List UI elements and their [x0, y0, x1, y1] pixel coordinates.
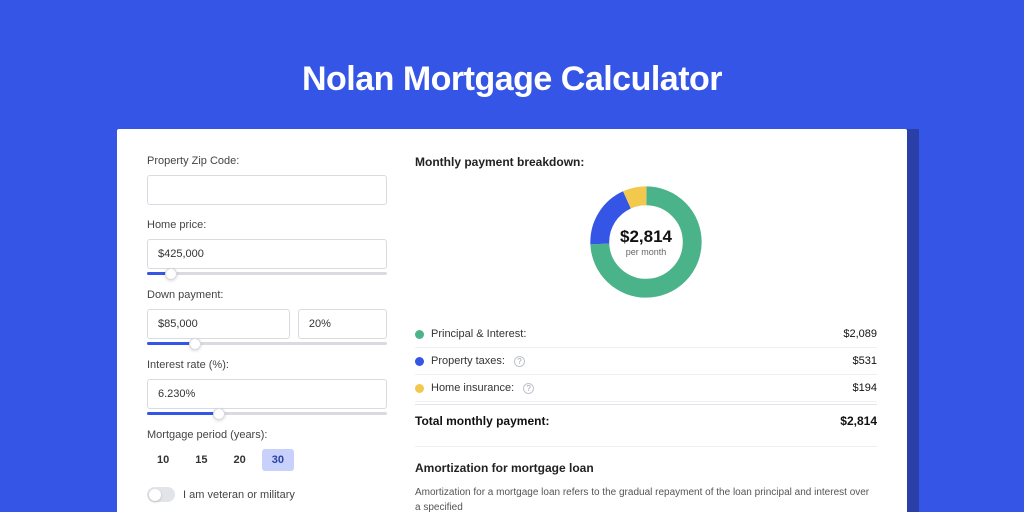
- breakdown-title: Monthly payment breakdown:: [415, 155, 877, 169]
- slider-thumb[interactable]: [213, 408, 225, 420]
- donut-chart: $2,814 per month: [585, 181, 707, 303]
- slider-thumb[interactable]: [165, 268, 177, 280]
- interest-input[interactable]: [147, 379, 387, 409]
- legend-label: Home insurance:: [431, 382, 514, 394]
- period-field: Mortgage period (years): 10 15 20 30: [147, 429, 387, 471]
- period-label: Mortgage period (years):: [147, 429, 387, 441]
- toggle-knob: [149, 489, 161, 501]
- interest-field: Interest rate (%):: [147, 359, 387, 415]
- amortization-section: Amortization for mortgage loan Amortizat…: [415, 446, 877, 512]
- period-btn-15[interactable]: 15: [185, 449, 217, 471]
- period-btn-30[interactable]: 30: [262, 449, 294, 471]
- dot-icon: [415, 330, 424, 339]
- dot-icon: [415, 357, 424, 366]
- down-payment-field: Down payment:: [147, 289, 387, 345]
- legend-row-insurance: Home insurance: ? $194: [415, 375, 877, 402]
- dot-icon: [415, 384, 424, 393]
- veteran-row: I am veteran or military: [147, 487, 387, 502]
- home-price-slider[interactable]: [147, 272, 387, 275]
- zip-label: Property Zip Code:: [147, 155, 387, 167]
- total-row: Total monthly payment: $2,814: [415, 404, 877, 440]
- slider-thumb[interactable]: [189, 338, 201, 350]
- legend-row-taxes: Property taxes: ? $531: [415, 348, 877, 375]
- form-panel: Property Zip Code: Home price: Down paym…: [147, 155, 387, 512]
- help-icon[interactable]: ?: [523, 383, 534, 394]
- calculator-card: Property Zip Code: Home price: Down paym…: [117, 129, 907, 512]
- amortization-title: Amortization for mortgage loan: [415, 461, 877, 475]
- amortization-text: Amortization for a mortgage loan refers …: [415, 485, 877, 512]
- legend-value: $531: [853, 355, 877, 367]
- veteran-toggle[interactable]: [147, 487, 175, 502]
- home-price-input[interactable]: [147, 239, 387, 269]
- down-payment-label: Down payment:: [147, 289, 387, 301]
- period-btn-20[interactable]: 20: [224, 449, 256, 471]
- veteran-label: I am veteran or military: [183, 489, 295, 501]
- legend-label: Property taxes:: [431, 355, 505, 367]
- donut-sub: per month: [626, 247, 667, 257]
- help-icon[interactable]: ?: [514, 356, 525, 367]
- legend-row-principal: Principal & Interest: $2,089: [415, 321, 877, 348]
- interest-label: Interest rate (%):: [147, 359, 387, 371]
- period-options: 10 15 20 30: [147, 449, 387, 471]
- down-payment-input[interactable]: [147, 309, 290, 339]
- donut-center: $2,814 per month: [585, 181, 707, 303]
- down-payment-slider[interactable]: [147, 342, 387, 345]
- interest-slider[interactable]: [147, 412, 387, 415]
- legend-label: Principal & Interest:: [431, 328, 526, 340]
- period-btn-10[interactable]: 10: [147, 449, 179, 471]
- total-label: Total monthly payment:: [415, 414, 549, 428]
- donut-amount: $2,814: [620, 227, 672, 247]
- legend-value: $194: [853, 382, 877, 394]
- zip-input[interactable]: [147, 175, 387, 205]
- home-price-label: Home price:: [147, 219, 387, 231]
- donut-chart-wrap: $2,814 per month: [415, 181, 877, 303]
- card-shadow: [907, 129, 919, 512]
- zip-field: Property Zip Code:: [147, 155, 387, 205]
- total-value: $2,814: [840, 414, 877, 428]
- legend-value: $2,089: [843, 328, 877, 340]
- down-payment-pct-input[interactable]: [298, 309, 387, 339]
- page-title: Nolan Mortgage Calculator: [302, 60, 722, 99]
- breakdown-panel: Monthly payment breakdown: $2,814 per mo…: [415, 155, 877, 512]
- home-price-field: Home price:: [147, 219, 387, 275]
